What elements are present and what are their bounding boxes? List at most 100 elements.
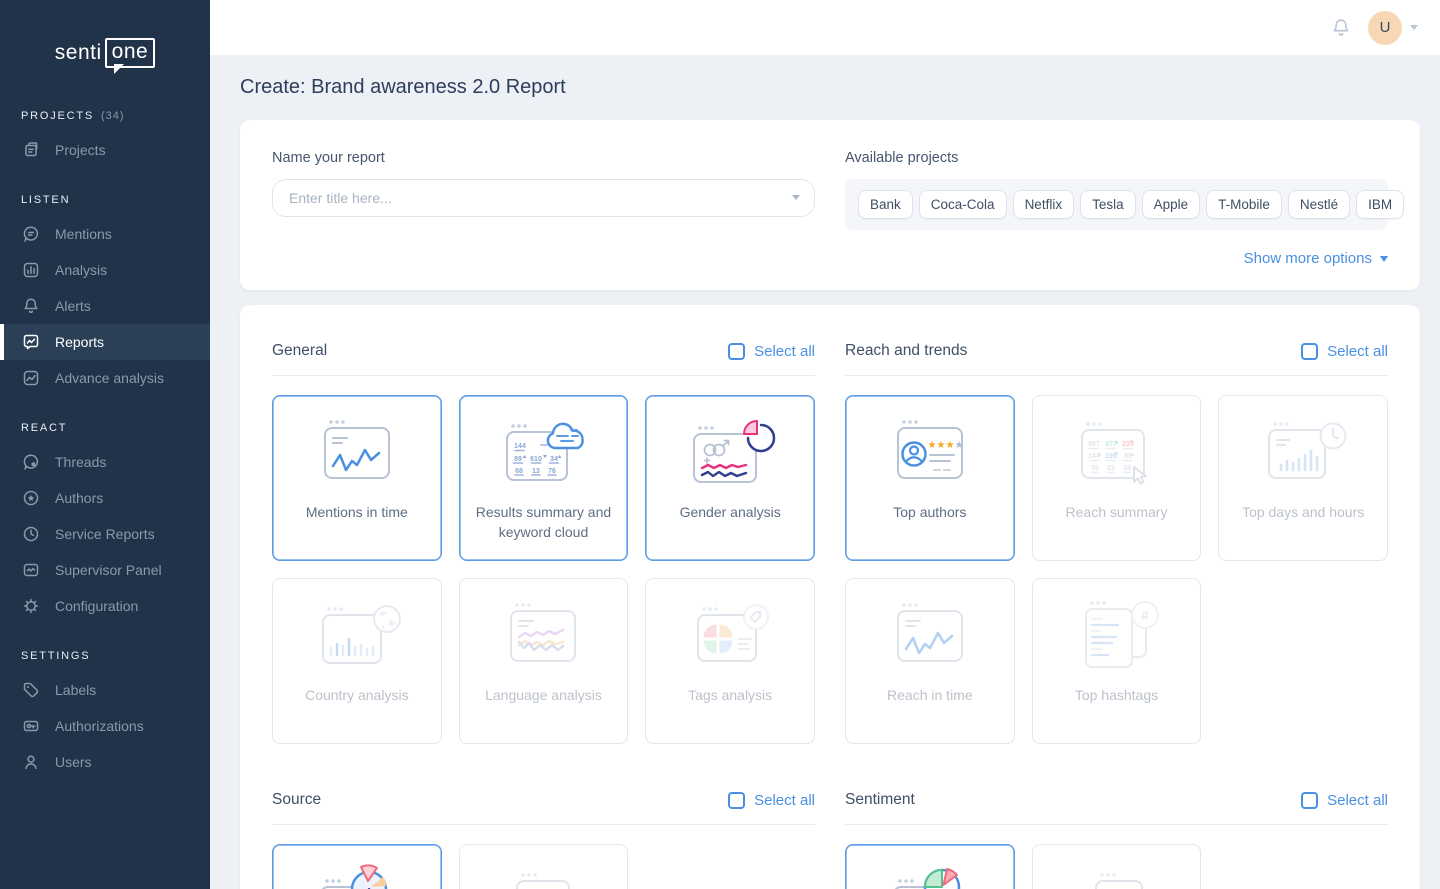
avatar[interactable]: U: [1368, 11, 1402, 45]
star-badge-icon: [21, 488, 41, 508]
select-all-sentiment[interactable]: Select all: [1301, 792, 1388, 809]
sidebar-nav: PROJECTS (34) Projects LISTEN Mentions A…: [0, 110, 210, 780]
module-card-tags-analysis[interactable]: Tags analysis: [645, 578, 815, 744]
tags-icon: [21, 680, 41, 700]
sidebar-item-advance-analysis[interactable]: Advance analysis: [0, 360, 210, 396]
project-chip-tesla[interactable]: Tesla: [1080, 190, 1136, 219]
user-menu[interactable]: U: [1368, 11, 1418, 45]
page-content: Create: Brand awareness 2.0 Report Name …: [210, 55, 1440, 889]
section-title: General: [272, 342, 327, 360]
clock-icon: [21, 524, 41, 544]
tags-pie-icon: [680, 595, 780, 679]
page-title: Create: Brand awareness 2.0 Report: [240, 76, 1420, 99]
general-tiles: Mentions in time 144 89: [272, 395, 815, 744]
module-card-source-list[interactable]: [459, 844, 629, 889]
module-label: Top authors: [893, 502, 966, 522]
select-all-general[interactable]: Select all: [728, 343, 815, 360]
module-card-results-summary[interactable]: 144 89 610 34 68 13 76: [459, 395, 629, 561]
svg-text:68: 68: [516, 468, 524, 475]
nav-section-react: REACT: [0, 422, 210, 434]
section-divider: [272, 375, 815, 376]
module-card-top-authors[interactable]: ★★ ★★ Top authors: [845, 395, 1015, 561]
speech-bubble-icon: [21, 224, 41, 244]
module-label: Language analysis: [485, 685, 602, 705]
nav-section-listen: LISTEN: [0, 194, 210, 206]
sidebar-item-reports[interactable]: Reports: [0, 324, 210, 360]
module-label: Reach summary: [1066, 502, 1168, 522]
select-all-source[interactable]: Select all: [728, 792, 815, 809]
module-label: Reach in time: [887, 685, 973, 705]
modules-left-column: General Select all: [272, 339, 815, 889]
sentione-logo[interactable]: sentione: [0, 38, 210, 68]
sidebar: sentione PROJECTS (34) Projects LISTEN M…: [0, 0, 210, 889]
project-chip-nestle[interactable]: Nestlé: [1288, 190, 1350, 219]
sidebar-item-authors[interactable]: Authors: [0, 480, 210, 516]
nav-section-settings: SETTINGS: [0, 650, 210, 662]
module-card-sentiment-pie[interactable]: [845, 844, 1015, 889]
report-title-input[interactable]: [272, 179, 815, 217]
colored-list-icon: [493, 861, 593, 889]
key-icon: [21, 716, 41, 736]
sidebar-item-authorizations[interactable]: Authorizations: [0, 708, 210, 744]
sidebar-item-labels[interactable]: Labels: [0, 672, 210, 708]
project-chip-apple[interactable]: Apple: [1142, 190, 1201, 219]
numbers-cursor-icon: 987 377 233 144 199 89 55 21 34: [1066, 412, 1166, 496]
svg-text:76: 76: [549, 468, 557, 475]
select-all-checkbox[interactable]: [728, 343, 745, 360]
module-card-top-hashtags[interactable]: # Top hashtags: [1032, 578, 1202, 744]
project-chip-t-mobile[interactable]: T-Mobile: [1206, 190, 1282, 219]
top-bar: U: [210, 0, 1440, 55]
sidebar-item-analysis[interactable]: Analysis: [0, 252, 210, 288]
select-all-reach[interactable]: Select all: [1301, 343, 1388, 360]
module-card-top-days-and-hours[interactable]: Top days and hours: [1218, 395, 1388, 561]
sidebar-item-label: Configuration: [55, 598, 138, 614]
show-more-options-button[interactable]: Show more options: [845, 250, 1388, 267]
module-card-source-pie[interactable]: [272, 844, 442, 889]
sidebar-item-alerts[interactable]: Alerts: [0, 288, 210, 324]
module-card-country-analysis[interactable]: Country analysis: [272, 578, 442, 744]
sidebar-item-configuration[interactable]: Configuration: [0, 588, 210, 624]
chevron-down-icon[interactable]: [1410, 25, 1418, 34]
module-label: Mentions in time: [306, 502, 408, 522]
module-card-mentions-in-time[interactable]: Mentions in time: [272, 395, 442, 561]
module-card-sentiment-gauge[interactable]: [1032, 844, 1202, 889]
sidebar-item-projects[interactable]: Projects: [0, 132, 210, 168]
sidebar-item-threads[interactable]: Threads: [0, 444, 210, 480]
select-all-checkbox[interactable]: [728, 792, 745, 809]
section-title: Sentiment: [845, 791, 915, 809]
svg-text:89: 89: [515, 456, 523, 463]
module-card-reach-summary[interactable]: 987 377 233 144 199 89 55 21 34: [1032, 395, 1202, 561]
module-card-gender-analysis[interactable]: Gender analysis: [645, 395, 815, 561]
documents-icon: [21, 140, 41, 160]
project-chip-ibm[interactable]: IBM: [1356, 190, 1404, 219]
svg-text:144: 144: [515, 443, 527, 450]
select-all-checkbox[interactable]: [1301, 792, 1318, 809]
chevron-down-icon[interactable]: [792, 195, 800, 204]
sidebar-item-supervisor-panel[interactable]: Supervisor Panel: [0, 552, 210, 588]
logo-text-left: senti: [55, 41, 102, 65]
source-pie-icon: [307, 861, 407, 889]
project-chip-bank[interactable]: Bank: [858, 190, 913, 219]
section-sentiment: Sentiment Select all: [845, 788, 1388, 889]
project-chip-netflix[interactable]: Netflix: [1013, 190, 1075, 219]
logo-text-right: one: [105, 38, 156, 68]
globe-bars-icon: [307, 595, 407, 679]
available-projects-label: Available projects: [845, 150, 1388, 166]
sidebar-item-service-reports[interactable]: Service Reports: [0, 516, 210, 552]
sidebar-item-users[interactable]: Users: [0, 744, 210, 780]
module-label: Top hashtags: [1075, 685, 1158, 705]
select-all-checkbox[interactable]: [1301, 343, 1318, 360]
chevron-down-icon: [1380, 256, 1388, 266]
sidebar-item-label: Authorizations: [55, 718, 144, 734]
svg-text:★: ★: [927, 440, 936, 451]
sidebar-item-label: Labels: [55, 682, 96, 698]
project-chip-coca-cola[interactable]: Coca-Cola: [919, 190, 1007, 219]
notifications-bell-icon[interactable]: [1330, 17, 1352, 39]
sidebar-item-label: Supervisor Panel: [55, 562, 162, 578]
section-source: Source Select all: [272, 788, 815, 889]
module-card-language-analysis[interactable]: Language analysis: [459, 578, 629, 744]
svg-text:34: 34: [551, 456, 559, 463]
sidebar-item-mentions[interactable]: Mentions: [0, 216, 210, 252]
module-card-reach-in-time[interactable]: Reach in time: [845, 578, 1015, 744]
sidebar-item-label: Mentions: [55, 226, 112, 242]
